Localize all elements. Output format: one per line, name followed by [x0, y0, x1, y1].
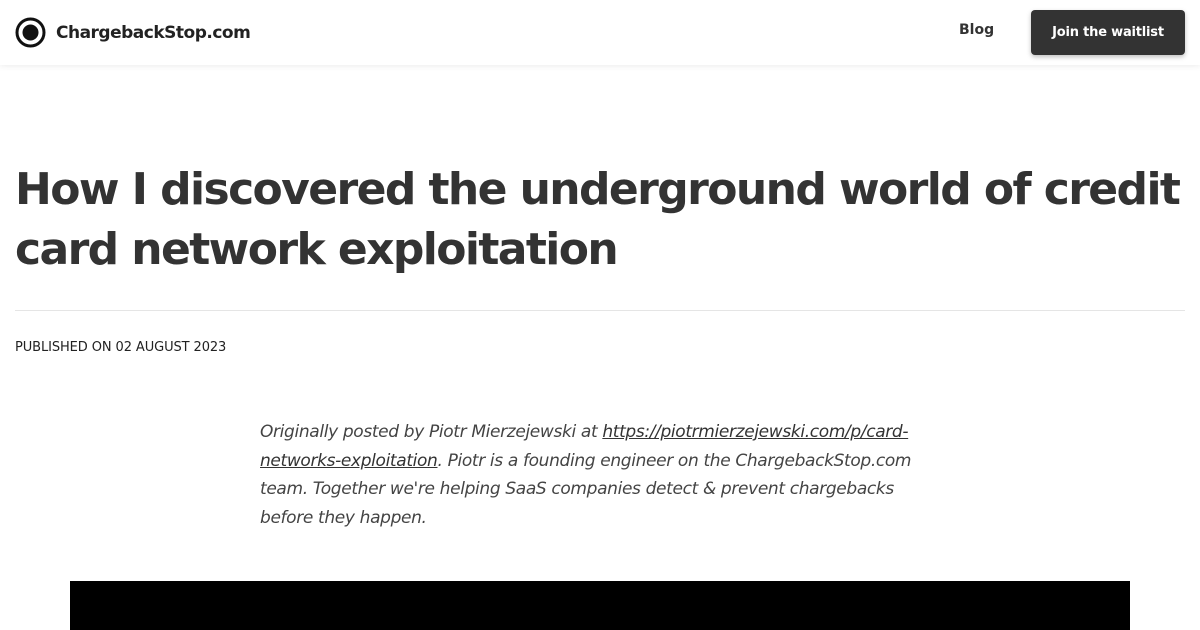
brand-name: ChargebackStop.com: [56, 22, 251, 43]
join-waitlist-button[interactable]: Join the waitlist: [1031, 10, 1185, 55]
brand-home-link[interactable]: ChargebackStop.com: [15, 17, 251, 48]
circle-target-icon: [15, 17, 46, 48]
article-hero-image: [70, 581, 1130, 630]
site-header: ChargebackStop.com Blog Join the waitlis…: [0, 0, 1200, 65]
nav-blog-link[interactable]: Blog: [959, 22, 994, 38]
title-divider: [15, 310, 1185, 311]
published-date: PUBLISHED ON 02 AUGUST 2023: [15, 340, 227, 355]
intro-text-before: Originally posted by Piotr Mierzejewski …: [260, 422, 603, 442]
article-title: How I discovered the underground world o…: [15, 164, 1181, 275]
article-intro: Originally posted by Piotr Mierzejewski …: [260, 418, 950, 532]
